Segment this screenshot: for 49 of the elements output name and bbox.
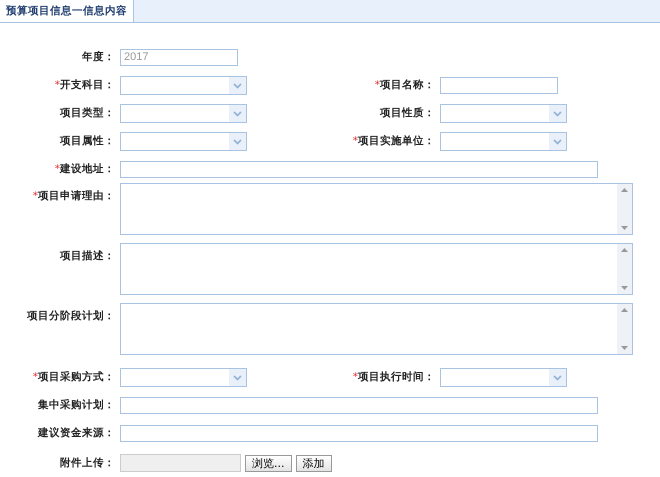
field-label: *项目采购方式： [32,370,115,384]
scroll-down-icon[interactable] [621,346,628,350]
field-label: 项目性质： [378,106,435,120]
chevron-down-icon [229,104,246,122]
scrollbar[interactable] [617,184,632,234]
text-area[interactable] [120,243,633,295]
field-label: 项目描述： [58,249,115,263]
chevron-down-icon [229,368,246,386]
field-label: *项目实施单位： [352,134,435,148]
chevron-down-icon [549,368,566,386]
chevron-down-icon [229,76,246,94]
dropdown-field[interactable] [440,104,567,122]
text-area[interactable] [120,303,633,355]
scroll-down-icon[interactable] [621,226,628,230]
field-label: 项目属性： [58,134,115,148]
chevron-down-icon [549,132,566,150]
chevron-down-icon [229,132,246,150]
scrollbar[interactable] [617,244,632,294]
file-button[interactable]: 浏览... [245,454,292,472]
file-button[interactable]: 添加 [296,454,332,472]
dropdown-field[interactable] [120,104,247,122]
text-field[interactable] [120,424,598,442]
scroll-down-icon[interactable] [621,286,628,290]
chevron-down-icon [549,104,566,122]
dropdown-field[interactable] [120,76,247,94]
dropdown-field[interactable] [120,368,247,386]
text-field[interactable] [120,396,598,414]
field-label: *项目名称： [374,78,435,92]
field-label: 附件上传： [59,456,115,470]
scroll-up-icon[interactable] [621,248,628,252]
scroll-up-icon[interactable] [621,308,628,312]
text-field[interactable] [120,160,598,178]
field-label: *项目执行时间： [352,370,435,384]
field-label: *开支科目： [54,78,115,92]
field-label: 项目分阶段计划： [26,309,115,323]
file-path-field[interactable] [120,454,241,472]
scroll-up-icon[interactable] [621,188,628,192]
text-area[interactable] [120,183,633,235]
dropdown-field[interactable] [120,132,247,150]
field-label: 建议资金来源： [36,426,115,440]
field-label: *项目申请理由： [32,189,115,203]
field-label: 项目类型： [58,106,115,120]
scrollbar[interactable] [617,304,632,354]
dropdown-field[interactable] [440,132,567,150]
dropdown-field[interactable] [440,368,567,386]
text-field[interactable] [440,76,558,94]
field-label: 集中采购计划： [37,398,115,412]
field-label: *建设地址： [54,162,115,176]
field-label: 年度： [80,50,115,64]
